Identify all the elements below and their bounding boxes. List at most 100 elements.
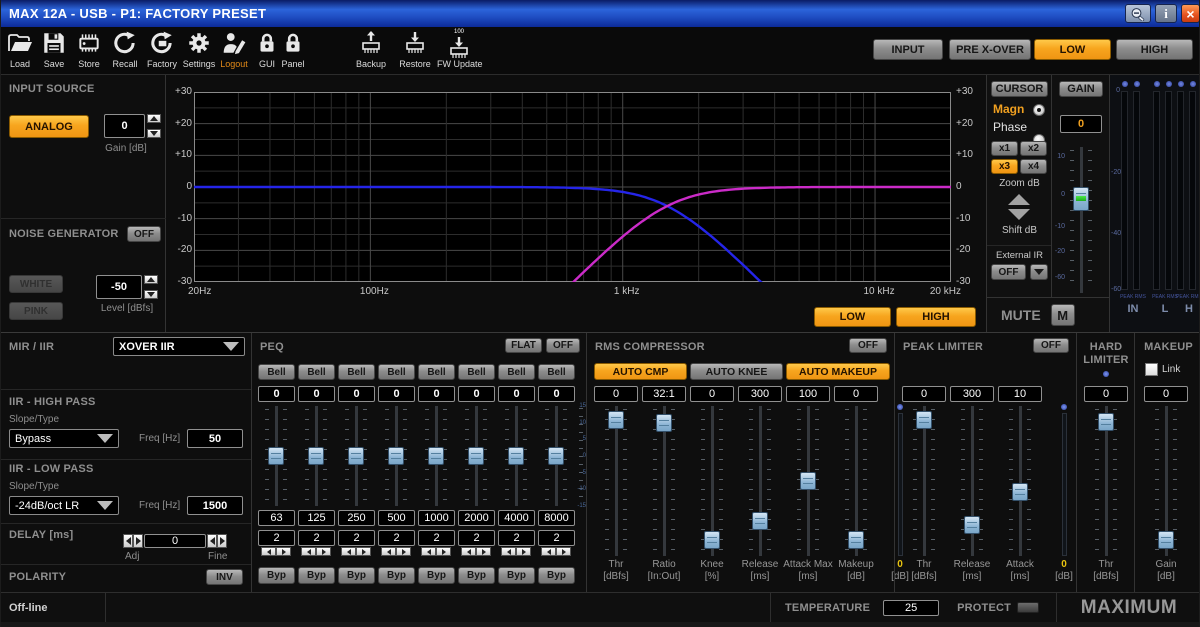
q-right-button[interactable]: [516, 547, 531, 556]
q-right-button[interactable]: [356, 547, 371, 556]
peq-band-7-gain-slider[interactable]: [502, 406, 530, 506]
peq-band-3-gain-slider-handle[interactable]: [348, 447, 364, 465]
band-button-pre-x-over[interactable]: PRE X-OVER: [949, 39, 1031, 60]
peq-band-5-gain-slider[interactable]: [422, 406, 450, 506]
pink-noise-button[interactable]: PINK: [9, 302, 63, 320]
q-right-button[interactable]: [476, 547, 491, 556]
peak-limiter-release-field[interactable]: 300: [950, 386, 994, 402]
makeup-gain-slider-handle[interactable]: [1158, 531, 1174, 549]
polarity-inv-button[interactable]: INV: [206, 569, 243, 585]
external-ir-dropdown-button[interactable]: [1030, 264, 1048, 280]
compressor-knee-slider-handle[interactable]: [704, 531, 720, 549]
magnitude-radio[interactable]: [1033, 104, 1045, 116]
gain-fader[interactable]: [1067, 147, 1095, 293]
peq-band-6-q-field[interactable]: 2: [458, 530, 495, 546]
peak-limiter-attack-slider-handle[interactable]: [1012, 483, 1028, 501]
peq-band-5-freq-field[interactable]: 1000: [418, 510, 455, 526]
peq-band-6-freq-field[interactable]: 2000: [458, 510, 495, 526]
q-left-button[interactable]: [501, 547, 516, 556]
compressor-release-slider-handle[interactable]: [752, 512, 768, 530]
peq-band-8-bypass-button[interactable]: Byp: [538, 567, 575, 584]
zoom-window-button[interactable]: [1125, 4, 1151, 23]
compressor-auto-makeup-button[interactable]: AUTO MAKEUP: [786, 363, 890, 380]
delay-field[interactable]: 0: [144, 534, 206, 548]
peq-band-7-gain-slider-handle[interactable]: [508, 447, 524, 465]
level-down-button[interactable]: [144, 290, 158, 299]
q-right-button[interactable]: [436, 547, 451, 556]
compressor-thr-slider-handle[interactable]: [608, 411, 624, 429]
mute-button[interactable]: M: [1051, 304, 1075, 326]
shift-down-arrow[interactable]: [1008, 209, 1030, 220]
lp-freq-field[interactable]: 1500: [187, 496, 243, 515]
toolbar-recall-button[interactable]: Recall: [108, 30, 142, 69]
peak-limiter-thr-slider-handle[interactable]: [916, 411, 932, 429]
peak-limiter-release-slider-handle[interactable]: [964, 516, 980, 534]
peq-flat-button[interactable]: FLAT: [505, 338, 542, 353]
toolbar-factory-button[interactable]: Factory: [145, 30, 179, 69]
hp-slope-dropdown[interactable]: Bypass: [9, 429, 119, 448]
white-noise-button[interactable]: WHITE: [9, 275, 63, 293]
compressor-release-field[interactable]: 300: [738, 386, 782, 402]
gain-value-field[interactable]: 0: [1060, 115, 1102, 133]
peak-limiter-attack-slider[interactable]: [1006, 406, 1034, 556]
toolbar-load-button[interactable]: Load: [3, 30, 37, 69]
delay-fine-left-button[interactable]: [207, 534, 217, 548]
toolbar-panel-button[interactable]: Panel: [273, 30, 313, 69]
peq-band-8-gain-field[interactable]: 0: [538, 386, 575, 402]
peq-band-4-freq-field[interactable]: 500: [378, 510, 415, 526]
peq-band-7-type-button[interactable]: Bell: [498, 364, 535, 380]
peq-band-6-gain-field[interactable]: 0: [458, 386, 495, 402]
peq-band-4-gain-slider[interactable]: [382, 406, 410, 506]
peq-band-4-q-field[interactable]: 2: [378, 530, 415, 546]
peq-band-7-q-field[interactable]: 2: [498, 530, 535, 546]
peq-band-2-gain-slider-handle[interactable]: [308, 447, 324, 465]
peak-limiter-thr-field[interactable]: 0: [902, 386, 946, 402]
peak-limiter-release-slider[interactable]: [958, 406, 986, 556]
peq-band-7-freq-field[interactable]: 4000: [498, 510, 535, 526]
peak-limiter-thr-slider[interactable]: [910, 406, 938, 556]
peq-band-1-gain-slider-handle[interactable]: [268, 447, 284, 465]
input-gain-field[interactable]: 0: [104, 114, 145, 138]
toolbar-restore-button[interactable]: Restore: [393, 30, 437, 69]
peq-band-8-type-button[interactable]: Bell: [538, 364, 575, 380]
peq-band-7-gain-field[interactable]: 0: [498, 386, 535, 402]
delay-adj-left-button[interactable]: [123, 534, 133, 548]
peq-band-3-gain-field[interactable]: 0: [338, 386, 375, 402]
q-left-button[interactable]: [461, 547, 476, 556]
q-right-button[interactable]: [556, 547, 571, 556]
gain-fader-handle[interactable]: [1073, 187, 1089, 211]
noise-level-field[interactable]: -50: [96, 275, 142, 299]
peq-band-1-q-field[interactable]: 2: [258, 530, 295, 546]
q-left-button[interactable]: [341, 547, 356, 556]
toolbar-store-button[interactable]: Store: [72, 30, 106, 69]
compressor-thr-field[interactable]: 0: [594, 386, 638, 402]
peq-band-6-bypass-button[interactable]: Byp: [458, 567, 495, 584]
q-left-button[interactable]: [541, 547, 556, 556]
peq-band-1-type-button[interactable]: Bell: [258, 364, 295, 380]
peq-band-2-q-field[interactable]: 2: [298, 530, 335, 546]
delay-adj-right-button[interactable]: [133, 534, 143, 548]
peq-band-8-gain-slider[interactable]: [542, 406, 570, 506]
zoom-x3-button[interactable]: x3: [991, 159, 1018, 174]
toolbar-backup-button[interactable]: Backup: [349, 30, 393, 69]
peq-band-2-bypass-button[interactable]: Byp: [298, 567, 335, 584]
info-button[interactable]: i: [1155, 4, 1177, 23]
compressor-knee-slider[interactable]: [698, 406, 726, 556]
hard-limiter-thr-field[interactable]: 0: [1084, 386, 1128, 402]
graph-low-button[interactable]: LOW: [814, 307, 891, 327]
peq-band-2-gain-slider[interactable]: [302, 406, 330, 506]
peq-band-1-gain-field[interactable]: 0: [258, 386, 295, 402]
band-button-high[interactable]: HIGH: [1116, 39, 1193, 60]
compressor-auto-cmp-button[interactable]: AUTO CMP: [594, 363, 687, 380]
peq-band-6-gain-slider[interactable]: [462, 406, 490, 506]
compressor-makeup-field[interactable]: 0: [834, 386, 878, 402]
peq-band-3-freq-field[interactable]: 250: [338, 510, 375, 526]
peq-band-5-bypass-button[interactable]: Byp: [418, 567, 455, 584]
peq-band-1-bypass-button[interactable]: Byp: [258, 567, 295, 584]
peq-band-5-gain-field[interactable]: 0: [418, 386, 455, 402]
peq-band-7-bypass-button[interactable]: Byp: [498, 567, 535, 584]
compressor-knee-field[interactable]: 0: [690, 386, 734, 402]
peq-band-5-q-field[interactable]: 2: [418, 530, 455, 546]
noise-off-button[interactable]: OFF: [127, 226, 161, 242]
band-button-input[interactable]: INPUT: [873, 39, 943, 60]
